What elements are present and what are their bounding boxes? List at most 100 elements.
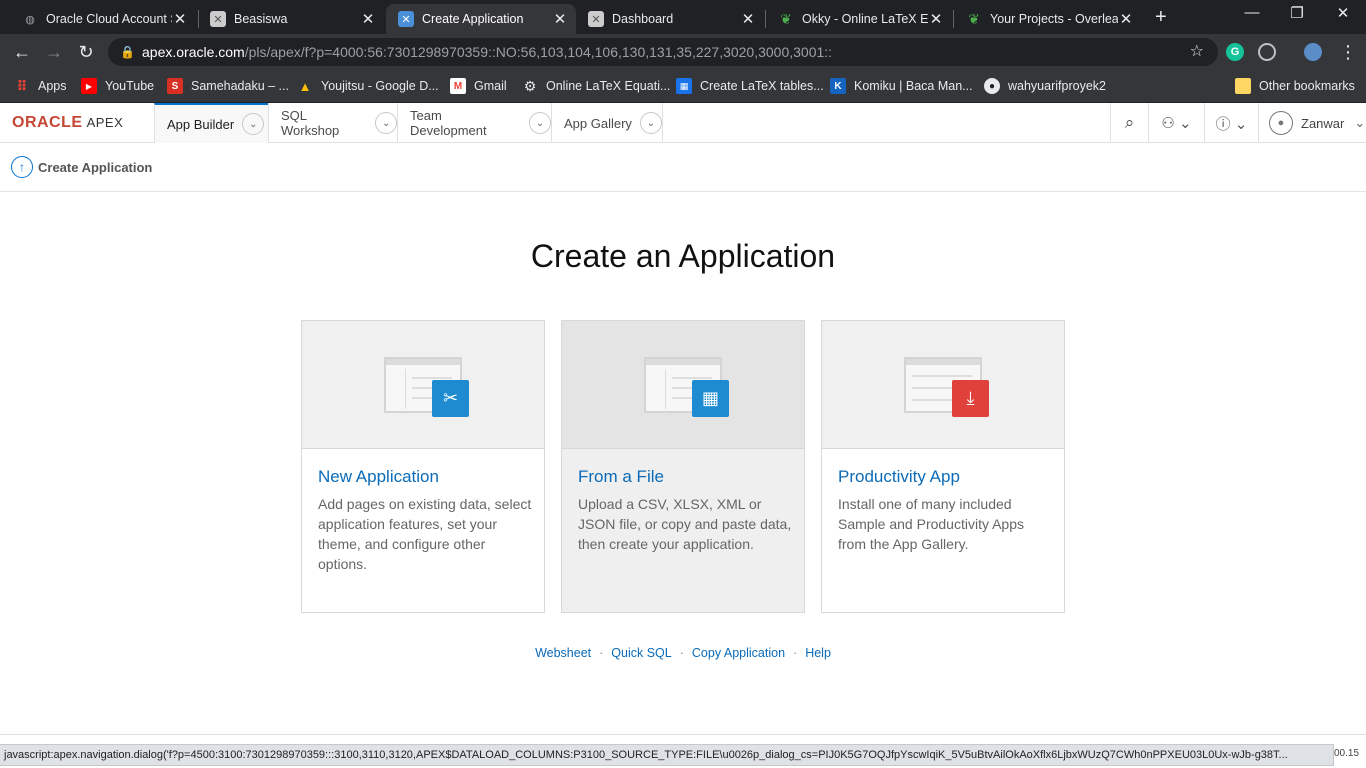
chevron-down-icon: ⌄ — [1354, 115, 1366, 130]
separator-dot: · — [679, 646, 684, 660]
restore-icon[interactable]: ❐ — [1282, 4, 1312, 22]
folder-icon — [1235, 78, 1251, 94]
apex-header: ORACLE APEX App Builder ⌄ SQL Workshop ⌄ … — [0, 103, 1366, 143]
google-drive-icon: ▲ — [298, 78, 312, 94]
bookmark-item[interactable]: ▶ YouTube — [81, 77, 154, 95]
card-description: Install one of many included Sample and … — [838, 496, 1024, 552]
chevron-down-icon[interactable]: ⌄ — [639, 112, 662, 134]
card-illustration: ✂ — [302, 321, 544, 449]
help-icon[interactable]: ⓘ ⌄ — [1204, 103, 1258, 143]
forward-icon[interactable]: → — [42, 40, 66, 64]
download-icon: ⤓ — [952, 380, 989, 417]
card-title[interactable]: Productivity App — [838, 467, 960, 487]
tab-label: App Gallery — [564, 115, 632, 131]
address-bar[interactable]: 🔒 apex.oracle.com/pls/apex/f?p=4000:56:7… — [108, 38, 1218, 66]
minimize-icon[interactable]: — — [1237, 4, 1267, 21]
apps-grid-icon: ⠿ — [16, 77, 28, 94]
tab-team-development[interactable]: Team Development ⌄ — [397, 103, 551, 143]
card-description: Upload a CSV, XLSX, XML or JSON file, or… — [578, 496, 792, 552]
page-title: Create an Application — [530, 238, 836, 274]
close-window-icon[interactable]: ✕ — [1328, 4, 1358, 22]
apex-icon: ✕ — [398, 11, 414, 27]
browser-tab[interactable]: ❦ Okky - Online LaTeX Ed ✕ — [766, 4, 952, 34]
search-icon[interactable]: ⌕ — [1110, 103, 1148, 143]
youtube-icon: ▶ — [81, 78, 97, 94]
card-title[interactable]: From a File — [578, 467, 664, 487]
bookmark-item[interactable]: S Samehadaku – ... — [167, 77, 289, 95]
help-link[interactable]: Help — [805, 646, 831, 660]
tab-title: Oracle Cloud Account S — [46, 12, 172, 26]
browser-tab[interactable]: ✕ Beasiswa ✕ — [198, 4, 384, 34]
close-icon[interactable]: ✕ — [740, 10, 756, 28]
wrench-ruler-icon: ✂ — [432, 380, 469, 417]
url-host: apex.oracle.com — [142, 44, 245, 60]
close-icon[interactable]: ✕ — [552, 10, 568, 28]
card-illustration: ▦ — [562, 321, 804, 449]
bookmark-item[interactable]: ⚙ Online LaTeX Equati... — [522, 77, 671, 95]
bookmark-label: wahyuarifproyek2 — [1008, 79, 1106, 93]
tab-app-gallery[interactable]: App Gallery ⌄ — [551, 103, 663, 143]
status-bar-url: javascript:apex.navigation.dialog('f?p=4… — [0, 744, 1334, 766]
bookmark-label: Other bookmarks — [1259, 79, 1355, 93]
user-menu[interactable]: ● Zanwar ⌄ — [1258, 103, 1366, 143]
copy-application-link[interactable]: Copy Application — [692, 646, 785, 660]
menu-kebab-icon[interactable]: ⋮ — [1336, 40, 1360, 64]
bookmark-item[interactable]: ▦ Create LaTeX tables... — [676, 77, 824, 95]
bookmark-label: Gmail — [474, 79, 507, 93]
tab-sql-workshop[interactable]: SQL Workshop ⌄ — [268, 103, 397, 143]
close-icon[interactable]: ✕ — [360, 10, 376, 28]
logo-oracle-text: ORACLE — [12, 114, 83, 131]
grammarly-icon[interactable]: G — [1226, 43, 1244, 61]
bookmark-item[interactable]: ● wahyuarifproyek2 — [984, 77, 1106, 95]
user-name: Zanwar — [1301, 115, 1345, 131]
close-icon[interactable]: ✕ — [928, 10, 944, 28]
table-icon: ▦ — [676, 78, 692, 94]
tab-title: Dashboard — [612, 12, 674, 26]
separator-dot: · — [599, 646, 604, 660]
browser-tab-active[interactable]: ✕ Create Application ✕ — [386, 4, 576, 34]
profile-extension-icon[interactable] — [1304, 43, 1322, 61]
browser-toolbar: ← → ↻ 🔒 apex.oracle.com/pls/apex/f?p=400… — [0, 34, 1366, 70]
productivity-app-card[interactable]: ⤓ Productivity App Install one of many i… — [821, 320, 1065, 613]
bookmark-star-icon[interactable]: ☆ — [1190, 38, 1204, 66]
close-icon[interactable]: ✕ — [172, 10, 188, 28]
bookmark-item[interactable]: ▲ Youjitsu - Google D... — [297, 77, 439, 95]
bookmark-label: Komiku | Baca Man... — [854, 79, 973, 93]
bookmark-item[interactable]: K Komiku | Baca Man... — [830, 77, 973, 95]
footer-links: Websheet · Quick SQL · Copy Application · Help — [0, 646, 1366, 660]
bookmark-item[interactable]: ⠿ Apps — [14, 77, 67, 95]
chevron-down-icon[interactable]: ⌄ — [242, 113, 265, 135]
bookmark-label: Create LaTeX tables... — [700, 79, 824, 93]
card-title[interactable]: New Application — [318, 467, 439, 487]
footer-divider — [0, 734, 1366, 735]
administration-icon[interactable]: ⚇ ⌄ — [1148, 103, 1204, 143]
bookmark-item[interactable]: M Gmail — [450, 77, 507, 95]
tab-label: Team Development — [410, 108, 487, 138]
tab-app-builder[interactable]: App Builder ⌄ — [154, 103, 268, 143]
breadcrumb-label: Create Application — [38, 160, 153, 175]
browser-tab[interactable]: ✕ Dashboard ✕ — [576, 4, 764, 34]
tab-title: Okky - Online LaTeX Ed — [802, 12, 928, 26]
from-a-file-card[interactable]: ▦ From a File Upload a CSV, XLSX, XML or… — [561, 320, 805, 613]
oracle-apex-logo[interactable]: ORACLE APEX — [12, 114, 123, 132]
new-application-card[interactable]: ✂ New Application Add pages on existing … — [301, 320, 545, 613]
logo-apex-text: APEX — [86, 115, 124, 130]
card-illustration: ⤓ — [822, 321, 1064, 449]
back-icon[interactable]: ← — [10, 40, 34, 64]
chevron-down-icon[interactable]: ⌄ — [375, 112, 397, 134]
new-tab-button[interactable]: + — [1155, 6, 1167, 29]
globe-extension-icon[interactable] — [1258, 43, 1276, 61]
chevron-down-icon[interactable]: ⌄ — [529, 112, 551, 134]
websheet-link[interactable]: Websheet — [535, 646, 591, 660]
bookmarks-bar: ⠿ Apps ▶ YouTube S Samehadaku – ... ▲ Yo… — [0, 70, 1366, 103]
up-arrow-icon[interactable]: ↑ — [11, 156, 33, 178]
reload-icon[interactable]: ↻ — [74, 40, 98, 64]
close-icon[interactable]: ✕ — [1118, 10, 1134, 28]
browser-tab[interactable]: ❦ Your Projects - Overleaf ✕ — [954, 4, 1142, 34]
globe-icon: ◍ — [25, 13, 35, 26]
avatar-icon: ● — [1269, 111, 1293, 135]
browser-tab[interactable]: ◍ Oracle Cloud Account S ✕ — [10, 4, 196, 34]
quick-sql-link[interactable]: Quick SQL — [611, 646, 671, 660]
other-bookmarks[interactable]: Other bookmarks — [1235, 77, 1355, 95]
card-description: Add pages on existing data, select appli… — [318, 496, 532, 572]
